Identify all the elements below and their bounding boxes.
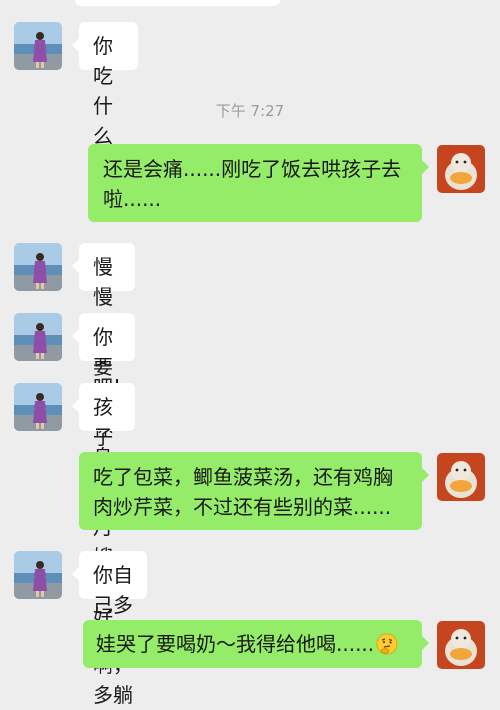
my-avatar[interactable] xyxy=(437,621,485,669)
my-avatar-image xyxy=(437,145,485,193)
contact-avatar-image xyxy=(14,551,62,599)
my-avatar[interactable] xyxy=(437,145,485,193)
my-avatar[interactable] xyxy=(437,453,485,501)
message-bubble[interactable]: 你吃什么啊? xyxy=(72,22,138,207)
my-avatar-image xyxy=(437,621,485,669)
contact-avatar[interactable] xyxy=(14,313,62,361)
contact-avatar-image xyxy=(14,22,62,70)
contact-avatar-image xyxy=(14,383,62,431)
contact-avatar[interactable] xyxy=(14,243,62,291)
message-bubble[interactable]: 孩子们等月嫂哄好啦! xyxy=(71,383,136,659)
message-bubble[interactable]: 娃哭了要喝奶～我得给他喝...... xyxy=(83,620,429,668)
contact-avatar-image xyxy=(14,243,62,291)
thinking-emoji-icon xyxy=(376,633,398,655)
contact-avatar[interactable] xyxy=(14,22,62,70)
message-bubble[interactable]: 还是会痛......刚吃了饭去哄孩子去啦...... xyxy=(88,144,429,222)
contact-avatar-image xyxy=(14,313,62,361)
previous-message-bubble xyxy=(75,0,280,6)
message-text: 还是会痛......刚吃了饭去哄孩子去啦...... xyxy=(103,157,402,211)
message-bubble[interactable]: 吃了包菜，鲫鱼菠菜汤，还有鸡胸肉炒芹菜，不过还有些别的菜...... xyxy=(79,452,429,530)
message-bubble[interactable]: 慢慢恢复吧! xyxy=(71,243,136,399)
contact-avatar[interactable] xyxy=(14,383,62,431)
message-timestamp: 下午 7:27 xyxy=(215,102,285,120)
chat-view: 你吃什么啊? 下午 7:27 还是会痛......刚吃了饭去哄孩子去啦.....… xyxy=(0,0,500,707)
message-text: 吃了包菜，鲫鱼菠菜汤，还有鸡胸肉炒芹菜，不过还有些别的菜...... xyxy=(93,465,393,519)
message-bubble[interactable]: 你要多休息啊! xyxy=(71,313,136,499)
message-bubble[interactable]: 你自己多休息啊，多躺 xyxy=(72,551,147,707)
message-text: 娃哭了要喝奶～我得给他喝...... xyxy=(96,632,375,656)
my-avatar-image xyxy=(437,453,485,501)
contact-avatar[interactable] xyxy=(14,551,62,599)
